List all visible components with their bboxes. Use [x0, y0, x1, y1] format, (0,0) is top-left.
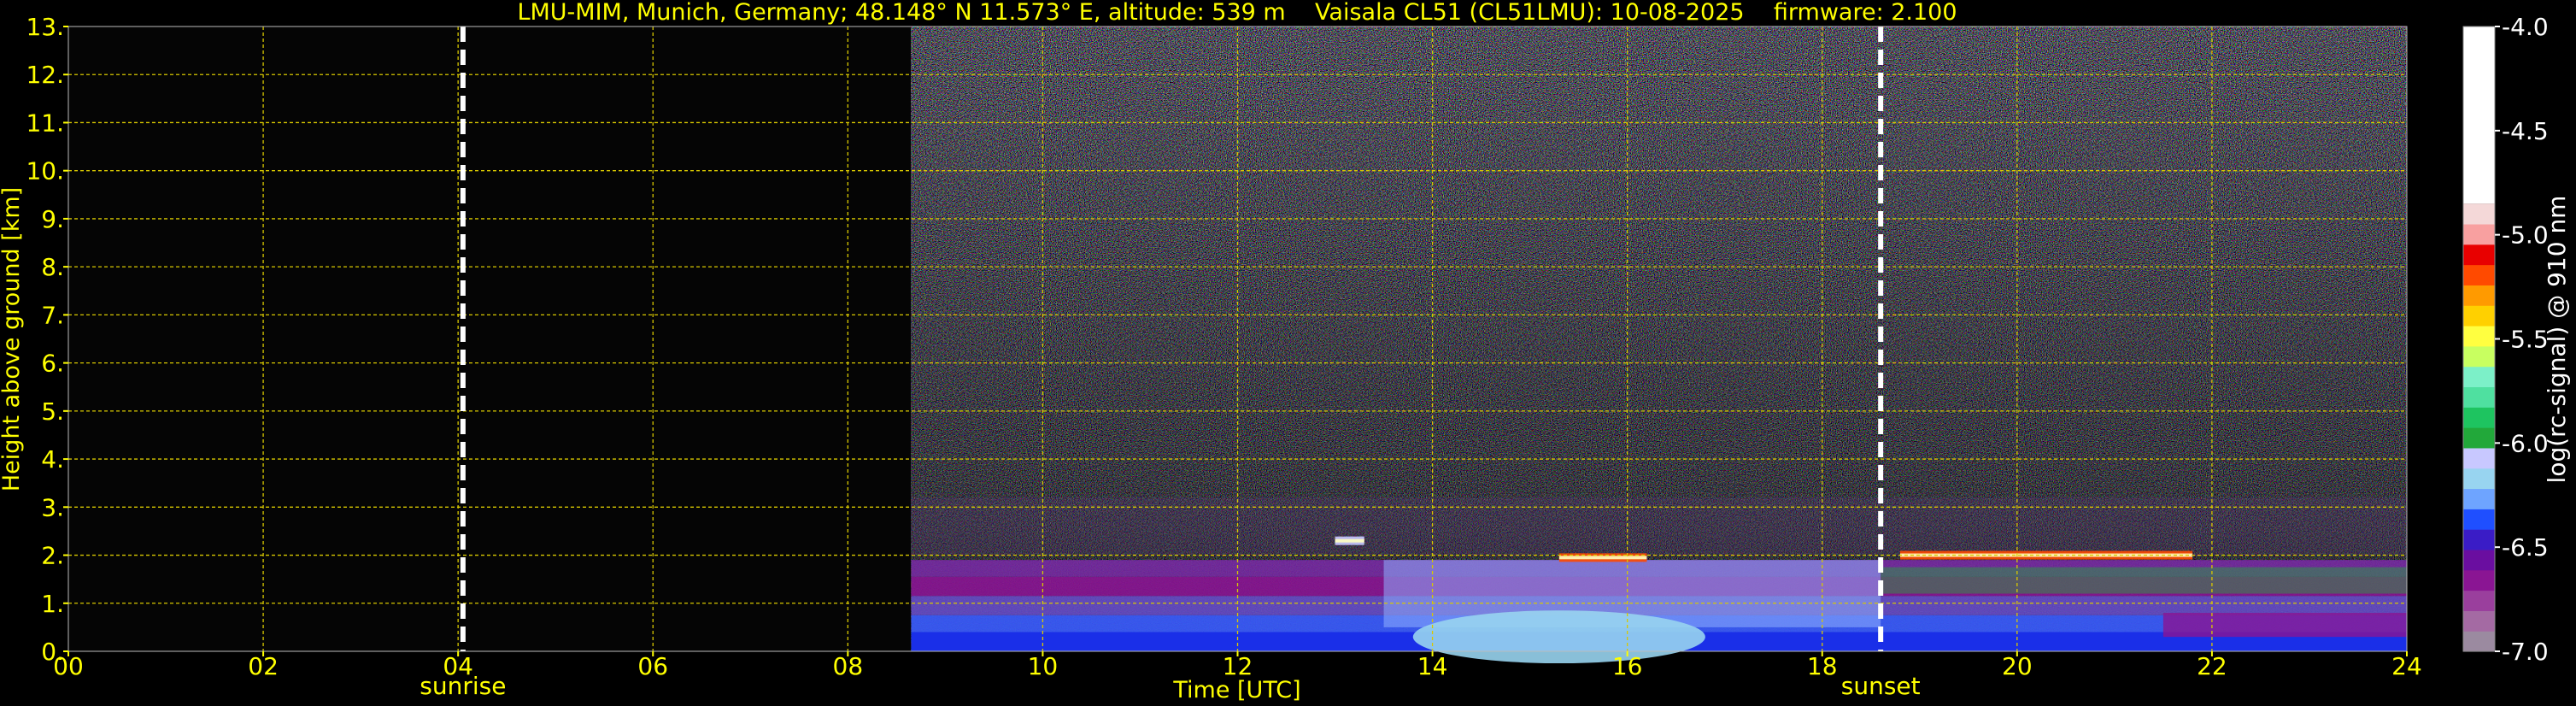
- colorbar-swatch: [2463, 264, 2495, 285]
- colorbar-swatch: [2463, 631, 2495, 652]
- colorbar-swatch: [2463, 529, 2495, 550]
- colorbar-tick-label: -4.0: [2502, 13, 2549, 41]
- y-tick-label: 5.: [41, 397, 64, 426]
- colorbar-swatch: [2463, 549, 2495, 571]
- x-tick-label: 22: [2197, 652, 2227, 680]
- colorbar-tick-label: -6.0: [2502, 429, 2549, 457]
- colorbar: -4.0 -4.5 -5.0 -5.5 -6.0 -6.5 -7.0: [2462, 13, 2549, 666]
- colorbar-label: log(rc-signal) @ 910 nm: [2543, 196, 2571, 484]
- colorbar-swatch: [2463, 285, 2495, 306]
- x-tick-label: 24: [2391, 652, 2422, 680]
- x-tick-label: 06: [637, 652, 668, 680]
- y-tick-label: 8.: [41, 253, 64, 281]
- haze-band: [911, 497, 2407, 556]
- colorbar-swatch: [2463, 590, 2495, 611]
- y-tick-label: 11.: [26, 109, 64, 137]
- surface-layer: [1412, 610, 1705, 664]
- y-tick-label: 3.: [41, 493, 64, 521]
- y-tick-label: 6.: [41, 350, 64, 378]
- y-tick-label: 12.: [26, 61, 64, 89]
- colorbar-tick-label: -7.0: [2502, 638, 2549, 666]
- colorbar-tick-label: -5.0: [2502, 221, 2549, 250]
- y-axis: 0.1.2.3.4.5.6.7.8.9.10.11.12.13.: [26, 13, 68, 666]
- colorbar-swatch: [2463, 305, 2495, 327]
- y-tick-label: 4.: [41, 445, 64, 474]
- colorbar-swatch: [2463, 509, 2495, 530]
- sunset-label: sunset: [1841, 672, 1921, 700]
- colorbar-swatch: [2463, 468, 2495, 490]
- x-tick-label: 20: [2002, 652, 2033, 680]
- colorbar-swatch: [2463, 223, 2495, 245]
- residual-layer: [2162, 613, 2407, 638]
- cloud-band-core: [1335, 538, 1364, 543]
- cloud-band-core: [1899, 553, 2193, 557]
- x-tick-label: 04: [443, 652, 473, 680]
- backscatter-field: [911, 26, 2407, 664]
- x-axis-label: Time [UTC]: [1172, 677, 1300, 703]
- ceilometer-chart: LMU-MIM, Munich, Germany; 48.148° N 11.5…: [0, 0, 2571, 703]
- y-tick-label: 2.: [41, 542, 64, 570]
- x-tick-label: 10: [1028, 652, 1059, 680]
- colorbar-swatch: [2463, 427, 2495, 449]
- colorbar-swatch: [2463, 244, 2495, 266]
- colorbar-tick-label: -6.5: [2502, 533, 2549, 562]
- x-tick-label: 08: [833, 652, 864, 680]
- colorbar-swatch: [2463, 386, 2495, 408]
- x-tick-label: 14: [1417, 652, 1448, 680]
- evening-layer: [1881, 567, 2407, 594]
- colorbar-swatch: [2463, 488, 2495, 509]
- y-tick-label: 7.: [41, 301, 64, 329]
- y-tick-label: 10.: [26, 157, 64, 185]
- x-tick-label: 16: [1612, 652, 1643, 680]
- colorbar-swatch: [2463, 447, 2495, 469]
- plot-area: [67, 26, 2408, 664]
- colorbar-swatch: [2463, 569, 2495, 591]
- x-tick-label: 00: [53, 652, 84, 680]
- y-tick-label: 1.: [41, 590, 64, 618]
- colorbar-swatch: [2463, 407, 2495, 428]
- x-tick-label: 02: [248, 652, 279, 680]
- cloud-band-core: [1558, 556, 1647, 560]
- colorbar-tick-label: -4.5: [2502, 117, 2549, 145]
- colorbar-swatch: [2463, 325, 2495, 347]
- colorbar-swatch: [2463, 345, 2495, 368]
- colorbar-swatch: [2463, 203, 2495, 225]
- colorbar-swatch: [2463, 610, 2495, 632]
- x-tick-label: 18: [1807, 652, 1838, 680]
- colorbar-tick-label: -5.5: [2502, 326, 2549, 354]
- colorbar-swatch: [2463, 26, 2495, 204]
- y-tick-label: 13.: [26, 13, 64, 41]
- colorbar-swatch: [2463, 366, 2495, 388]
- y-tick-label: 9.: [41, 205, 64, 233]
- y-axis-label: Height above ground [km]: [0, 187, 25, 491]
- chart-title: LMU-MIM, Munich, Germany; 48.148° N 11.5…: [517, 0, 1957, 26]
